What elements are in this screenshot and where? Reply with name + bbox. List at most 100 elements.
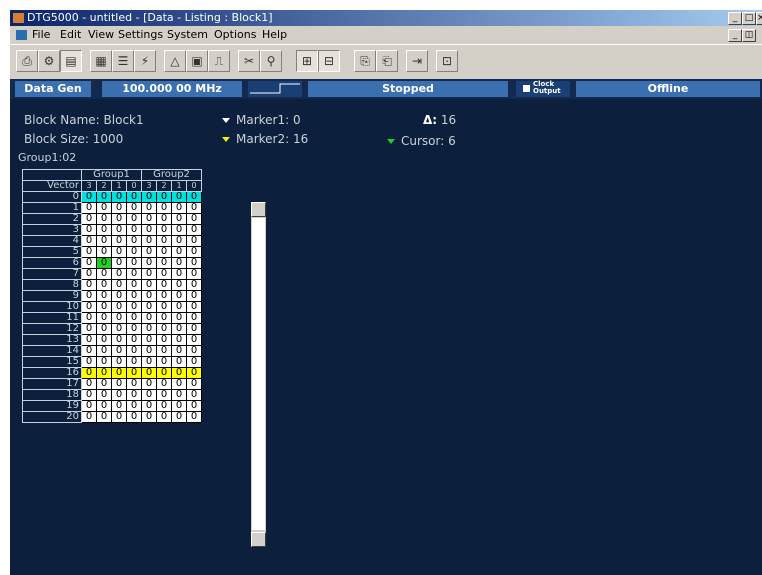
data-cell[interactable]: 0 [126,301,142,313]
data-cell[interactable]: 0 [141,246,157,258]
data-cell[interactable]: 0 [96,235,112,247]
menu-file[interactable]: File [32,26,50,44]
data-cell[interactable]: 0 [171,367,187,379]
data-cell[interactable]: 0 [186,191,202,203]
group1-header[interactable]: Group1 [81,169,142,181]
data-cell[interactable]: 0 [141,400,157,412]
data-cell[interactable]: 0 [111,389,127,401]
data-cell[interactable]: 0 [186,312,202,324]
settings-icon[interactable]: ⚙ [38,50,60,72]
data-cell[interactable]: 0 [141,202,157,214]
timing-icon[interactable]: △ [164,50,186,72]
data-cell[interactable]: 0 [186,235,202,247]
clock-output-toggle[interactable]: Clock Output [516,81,570,97]
data-cell[interactable]: 0 [156,191,172,203]
data-cell[interactable]: 0 [156,400,172,412]
table-row[interactable]: 500000000 [22,246,202,258]
data-cell[interactable]: 0 [186,202,202,214]
data-cell[interactable]: 0 [186,224,202,236]
data-cell[interactable]: 0 [141,235,157,247]
menu-system[interactable]: System [167,26,208,44]
layout2-icon[interactable]: ⊟ [318,50,340,72]
table-row[interactable]: 20 0 0 0 0 0 0 0 0 [22,411,202,423]
data-cell[interactable]: 0 [111,301,127,313]
table-row[interactable]: 13 0 0 0 0 0 0 0 0 [22,334,202,346]
data-cell[interactable]: 0 [126,290,142,302]
table-row[interactable]: 11 0 0 0 0 0 0 0 0 [22,312,202,324]
data-cell[interactable]: 0 [126,246,142,258]
data-cell[interactable]: 0 [171,356,187,368]
data-cell[interactable]: 0 [171,235,187,247]
data-cell[interactable]: 0 [96,246,112,258]
probe-icon[interactable]: ⚲ [260,50,282,72]
data-cell[interactable]: 0 [111,224,127,236]
data-cell[interactable]: 0 [156,279,172,291]
data-cell[interactable]: 0 [81,301,97,313]
data-cell[interactable]: 0 [171,389,187,401]
data-cell[interactable]: 0 [81,356,97,368]
data-cell[interactable]: 0 [156,411,172,423]
data-cell[interactable]: 0 [156,312,172,324]
table-row[interactable]: 16 0 0 0 0 0 0 0 0 [22,367,202,379]
copy-icon[interactable]: ⎘ [354,50,376,72]
group2-header[interactable]: Group2 [141,169,202,181]
data-cell[interactable]: 0 [141,389,157,401]
marker2-readout[interactable]: Marker2: 16 [222,132,308,146]
data-cell[interactable]: 0 [81,334,97,346]
data-cell[interactable]: 0 [156,268,172,280]
data-cell[interactable]: 0 [111,378,127,390]
data-gen-button[interactable]: Data Gen [15,81,91,97]
data-cell[interactable]: 0 [111,279,127,291]
data-cell[interactable]: 0 [96,312,112,324]
data-cell[interactable]: 0 [171,400,187,412]
data-cell[interactable]: 0 [171,312,187,324]
data-cell[interactable]: 0 [126,213,142,225]
data-cell[interactable]: 0 [156,246,172,258]
data-cell[interactable]: 0 [141,411,157,423]
data-cell[interactable]: 0 [96,389,112,401]
data-cell[interactable]: 0 [96,400,112,412]
data-cell[interactable]: 0 [81,268,97,280]
waveform-icon[interactable]: ▦ [90,50,112,72]
data-cell[interactable]: 0 [186,323,202,335]
table-row[interactable]: 000000000 [22,191,202,203]
data-cell[interactable]: 0 [96,224,112,236]
data-cell[interactable]: 0 [171,378,187,390]
data-cell[interactable]: 0 [81,323,97,335]
data-cell[interactable]: 0 [186,389,202,401]
data-cell[interactable]: 0 [186,213,202,225]
table-row[interactable]: 100000000 [22,202,202,214]
menu-help[interactable]: Help [262,26,287,44]
data-cell[interactable]: 0 [156,224,172,236]
data-cell[interactable]: 0 [111,411,127,423]
data-cell[interactable]: 0 [171,345,187,357]
run-state-button[interactable]: Stopped [308,81,508,97]
data-cell[interactable]: 0 [126,191,142,203]
data-cell[interactable]: 0 [126,202,142,214]
data-cell[interactable]: 0 [96,367,112,379]
data-cell[interactable]: 0 [186,279,202,291]
data-cell[interactable]: 0 [126,400,142,412]
copy-block-icon[interactable]: ▣ [186,50,208,72]
data-cell[interactable]: 0 [126,224,142,236]
data-listing-icon[interactable]: ▤ [60,50,82,72]
data-cell[interactable]: 0 [171,290,187,302]
data-cell[interactable]: 0 [156,389,172,401]
data-cell[interactable]: 0 [141,268,157,280]
layout-icon[interactable]: ⊞ [296,50,318,72]
data-cell[interactable]: 0 [186,345,202,357]
data-cell[interactable]: 0 [141,279,157,291]
data-cell[interactable]: 0 [96,279,112,291]
table-row[interactable]: 200000000 [22,213,202,225]
menu-edit[interactable]: Edit [60,26,81,44]
data-cell[interactable]: 0 [141,312,157,324]
data-cell[interactable]: 0 [81,202,97,214]
data-cell[interactable]: 0 [171,213,187,225]
data-cell[interactable]: 0 [186,257,202,269]
data-cell[interactable]: 0 [96,345,112,357]
data-cell[interactable]: 0 [126,235,142,247]
data-cell[interactable]: 0 [126,257,142,269]
data-cell[interactable]: 0 [171,411,187,423]
data-cell[interactable]: 0 [96,378,112,390]
table-row[interactable]: 12 0 0 0 0 0 0 0 0 [22,323,202,335]
